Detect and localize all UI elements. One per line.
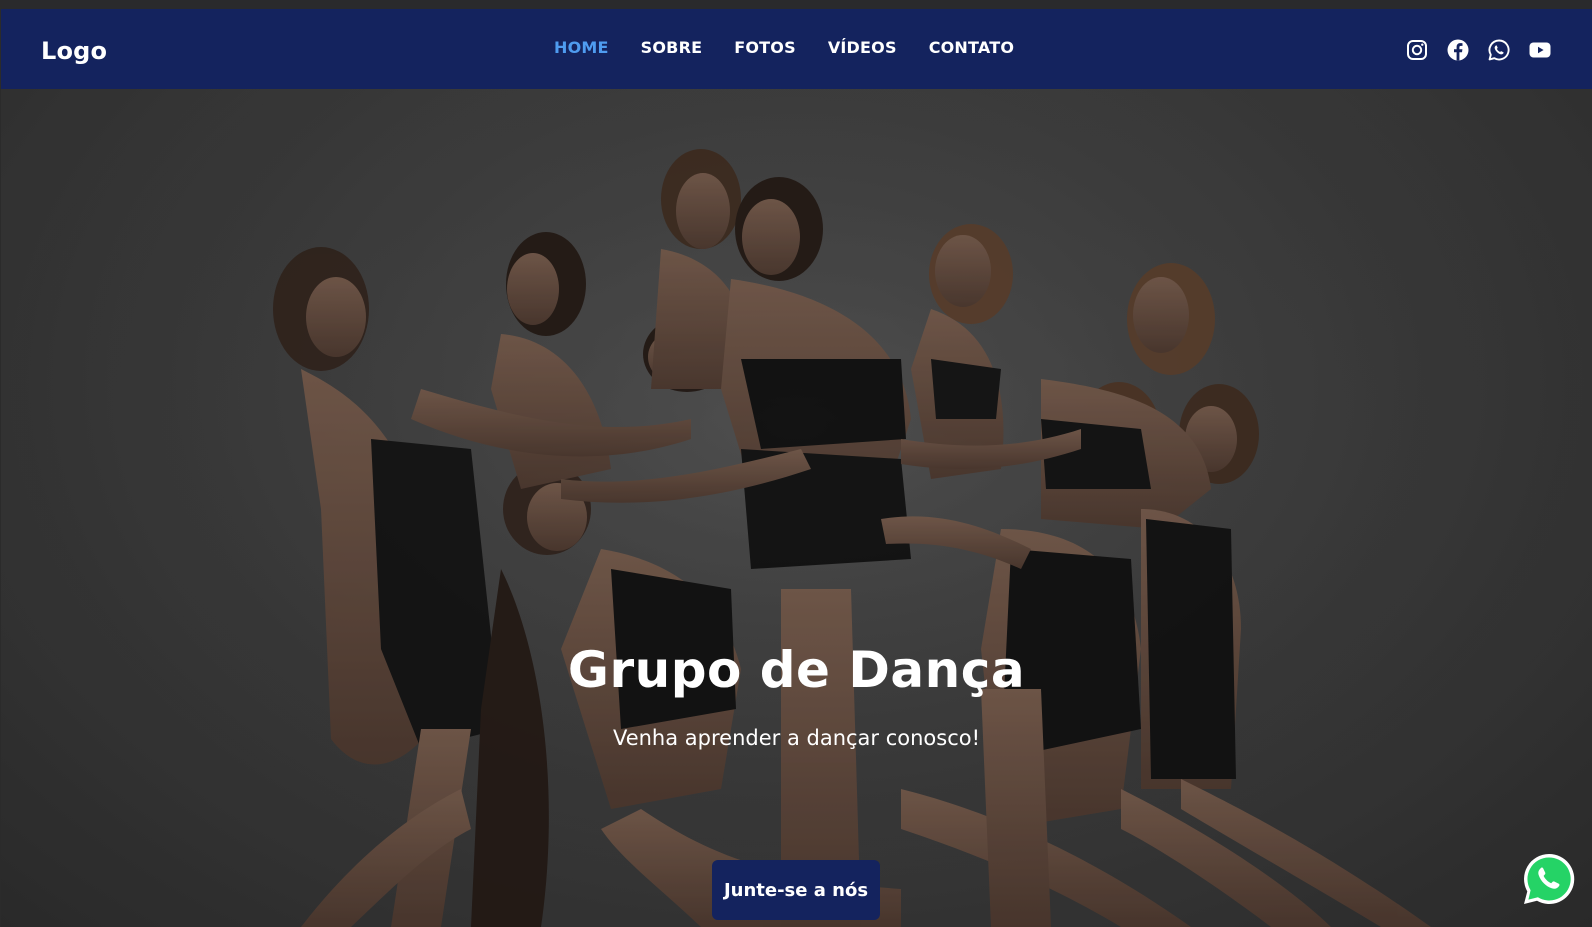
- hero-dark-overlay: [1, 89, 1592, 927]
- nav-item-videos[interactable]: VÍDEOS: [828, 38, 897, 57]
- facebook-icon[interactable]: [1446, 38, 1470, 62]
- hero-title: Grupo de Dança: [567, 641, 1026, 699]
- join-us-button[interactable]: Junte-se a nós: [712, 860, 880, 920]
- instagram-icon[interactable]: [1405, 38, 1429, 62]
- nav-item-home[interactable]: HOME: [554, 38, 609, 57]
- whatsapp-icon[interactable]: [1487, 38, 1511, 62]
- hero-subtitle: Venha aprender a dançar conosco!: [612, 726, 981, 750]
- main-nav: HOME SOBRE FOTOS VÍDEOS CONTATO: [554, 38, 1014, 57]
- site-header: Logo HOME SOBRE FOTOS VÍDEOS CONTATO: [1, 9, 1592, 89]
- site-logo[interactable]: Logo: [41, 37, 107, 65]
- nav-item-contato[interactable]: CONTATO: [929, 38, 1014, 57]
- youtube-icon[interactable]: [1528, 38, 1552, 62]
- hero-section: Grupo de Dança Venha aprender a dançar c…: [1, 89, 1592, 927]
- nav-item-fotos[interactable]: FOTOS: [734, 38, 796, 57]
- browser-top-strip: [0, 0, 1592, 9]
- whatsapp-floating-button[interactable]: [1521, 851, 1577, 907]
- nav-item-sobre[interactable]: SOBRE: [641, 38, 703, 57]
- social-links: [1405, 38, 1552, 62]
